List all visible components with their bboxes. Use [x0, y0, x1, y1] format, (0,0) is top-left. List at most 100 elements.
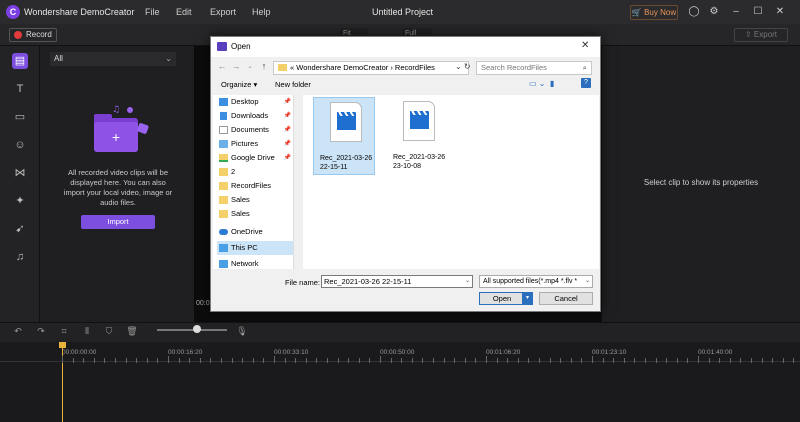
microphone-icon[interactable]: 🎙	[236, 325, 248, 337]
pin-icon: 📌	[283, 113, 291, 119]
ruler-tick	[83, 358, 85, 363]
file-list: Rec_2021-03-26 22-15-11 Rec_2021-03-26 2…	[303, 95, 599, 269]
ruler-tick	[719, 358, 721, 363]
refresh-icon[interactable]: ⌄ ↻	[455, 62, 471, 71]
delete-icon[interactable]: 🗑	[126, 325, 138, 337]
ruler-tick	[348, 358, 350, 363]
captions-icon[interactable]: T	[12, 81, 28, 97]
tree-item-label: RecordFiles	[231, 181, 272, 190]
tree-item-network[interactable]: Network	[217, 257, 293, 269]
ruler-tick	[401, 358, 403, 363]
help-icon[interactable]: ?	[581, 78, 591, 88]
forward-arrow-icon[interactable]: →	[231, 61, 241, 71]
menu-help[interactable]: Help	[252, 7, 271, 17]
ruler-tick	[592, 356, 593, 363]
menu-edit[interactable]: Edit	[176, 7, 192, 17]
menu-export[interactable]: Export	[210, 7, 236, 17]
history-chevron-icon[interactable]: ⌄	[245, 63, 255, 70]
back-arrow-icon[interactable]: ←	[217, 61, 227, 71]
transitions-icon[interactable]: ⋈	[12, 165, 28, 181]
tick-label: 00:01:23:10	[592, 349, 627, 356]
pictures-icon	[219, 140, 228, 148]
file-name-label: File name:	[285, 278, 321, 287]
ruler-tick	[125, 358, 127, 363]
effects-icon[interactable]: ✦	[12, 193, 28, 209]
redo-icon[interactable]: ↷	[35, 325, 47, 337]
record-button[interactable]: Record	[9, 28, 57, 42]
tree-scrollbar[interactable]	[293, 95, 301, 269]
annotation-icon[interactable]: ▭	[12, 109, 28, 125]
folder-icon	[219, 182, 228, 190]
tree-item-label: This PC	[231, 243, 258, 252]
tree-item-sales[interactable]: Sales	[217, 193, 293, 207]
file-type-value: All supported files(*.mp4 *.flv *	[483, 278, 578, 285]
tree-item-onedrive[interactable]: OneDrive	[217, 225, 293, 239]
media-filter-dropdown[interactable]: All ⌄	[50, 52, 176, 66]
playhead[interactable]	[62, 342, 63, 422]
close-icon[interactable]: ✕	[772, 4, 788, 20]
buy-now-button[interactable]: 🛒 Buy Now	[630, 5, 678, 20]
tree-item-recordfiles[interactable]: RecordFiles	[217, 179, 293, 193]
maximize-icon[interactable]: ☐	[750, 4, 766, 20]
open-split-chevron-icon[interactable]: ▾	[522, 293, 532, 304]
organize-menu[interactable]: Organize ▾	[221, 80, 257, 89]
undo-icon[interactable]: ↶	[12, 325, 24, 337]
crop-icon[interactable]: ⌗	[58, 325, 70, 337]
tree-item-label: Pictures	[231, 139, 259, 148]
ruler-tick	[751, 358, 752, 363]
network-icon	[219, 260, 228, 268]
folder-icon	[219, 196, 228, 204]
cloud-icon	[219, 229, 228, 235]
menu-file[interactable]: File	[145, 7, 160, 17]
zoom-slider[interactable]	[157, 329, 227, 331]
record-label: Record	[26, 30, 52, 39]
tree-item-google-drive[interactable]: Google Drive 📌	[217, 151, 293, 165]
mark-icon[interactable]: ⛉	[103, 325, 115, 337]
zoom-slider-handle[interactable]	[193, 325, 201, 333]
file-item[interactable]: Rec_2021-03-26 22-15-11	[313, 97, 375, 175]
ruler-tick	[157, 358, 159, 363]
tree-item-this-pc[interactable]: This PC	[217, 241, 293, 255]
file-item[interactable]: Rec_2021-03-26 23-10-08	[387, 97, 449, 175]
left-tool-bar: ▤ T ▭ ☺ ⋈ ✦ ➹ ♫	[0, 46, 40, 322]
open-button[interactable]: Open ▾	[479, 292, 533, 305]
audio-icon[interactable]: ♫	[12, 249, 28, 265]
playhead-handle[interactable]	[59, 342, 66, 348]
tree-item-desktop[interactable]: Desktop 📌	[217, 95, 293, 109]
computer-icon	[219, 244, 228, 252]
tree-item-folder-2[interactable]: 2	[217, 165, 293, 179]
tree-item-documents[interactable]: Documents 📌	[217, 123, 293, 137]
up-arrow-icon[interactable]: ↑	[259, 61, 269, 71]
pin-icon: 📌	[283, 141, 291, 147]
export-button[interactable]: ⇪ Export	[734, 28, 788, 42]
media-empty-description: All recorded video clips will be display…	[63, 168, 173, 207]
download-icon	[220, 112, 227, 120]
search-icon: ⌕	[582, 63, 587, 72]
search-input[interactable]: Search RecordFiles ⌕	[476, 61, 592, 75]
file-name-value: Rec_2021-03-26 22-15-11	[324, 277, 412, 286]
ruler-tick	[539, 358, 540, 363]
address-bar[interactable]: « Wondershare DemoCreator › RecordFiles	[273, 61, 469, 75]
ruler-tick	[676, 358, 678, 363]
ruler-tick	[549, 358, 551, 363]
media-library-icon[interactable]: ▤	[12, 53, 28, 69]
import-button[interactable]: Import	[81, 215, 155, 229]
new-folder-button[interactable]: New folder	[275, 80, 311, 89]
stickers-icon[interactable]: ☺	[12, 137, 28, 153]
view-options-icon[interactable]: ▭ ⌄ ▮	[529, 79, 554, 88]
cancel-button[interactable]: Cancel	[539, 292, 593, 305]
minimize-icon[interactable]: –	[728, 4, 744, 20]
tree-item-downloads[interactable]: Downloads 📌	[217, 109, 293, 123]
svg-text:♫: ♫	[112, 105, 120, 115]
tree-item-sales[interactable]: Sales	[217, 207, 293, 221]
dialog-close-icon[interactable]: ✕	[581, 40, 589, 51]
file-type-select[interactable]: All supported files(*.mp4 *.flv * ⌄	[479, 275, 593, 288]
account-icon[interactable]: ◯	[686, 4, 702, 20]
settings-icon[interactable]: ⚙	[706, 4, 722, 20]
ruler-tick	[390, 358, 392, 363]
cursor-effects-icon[interactable]: ➹	[12, 221, 28, 237]
tree-item-pictures[interactable]: Pictures 📌	[217, 137, 293, 151]
file-name-input[interactable]: Rec_2021-03-26 22-15-11 ⌄	[321, 275, 473, 288]
tree-item-label: Downloads	[231, 111, 269, 120]
split-icon[interactable]: ⫴	[81, 325, 93, 337]
